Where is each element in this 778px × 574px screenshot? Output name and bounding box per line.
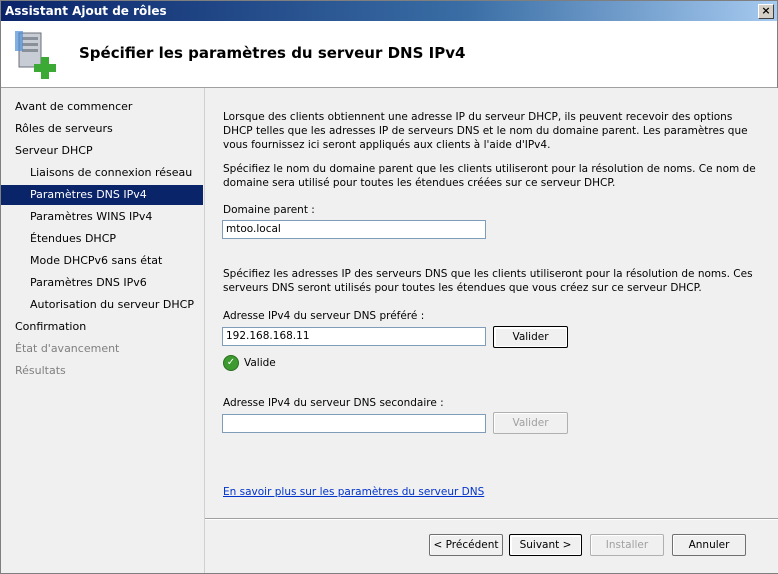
domain-label: Domaine parent :: [223, 204, 315, 216]
domain-description: Spécifiez le nom du domaine parent que l…: [223, 163, 756, 189]
learn-more-link[interactable]: En savoir plus sur les paramètres du ser…: [223, 486, 484, 498]
preferred-dns-field[interactable]: 192.168.168.11: [222, 327, 486, 346]
validate-button[interactable]: Valider: [493, 326, 568, 348]
title-bar: Assistant Ajout de rôles ×: [1, 1, 777, 21]
wizard-nav: Avant de commencer Rôles de serveurs Ser…: [1, 88, 203, 573]
dns-description: Spécifiez les adresses IP des serveurs D…: [223, 268, 753, 294]
wizard-header: Spécifier les paramètres du serveur DNS …: [1, 21, 777, 88]
nav-item-roles-de-serveurs[interactable]: Rôles de serveurs: [1, 119, 203, 139]
nav-item-etendues[interactable]: Étendues DHCP: [1, 229, 203, 249]
install-button: Installer: [590, 534, 664, 556]
nav-item-dns-ipv6[interactable]: Paramètres DNS IPv6: [1, 273, 203, 293]
wizard-window: Assistant Ajout de rôles × Spécifier les…: [0, 0, 778, 574]
nav-item-etat-avancement: État d'avancement: [15, 342, 120, 355]
nav-item-liaisons[interactable]: Liaisons de connexion réseau: [1, 163, 203, 183]
footer-separator: [205, 518, 778, 520]
cancel-button[interactable]: Annuler: [672, 534, 746, 556]
server-add-icon: [13, 29, 61, 81]
nav-item-autorisation[interactable]: Autorisation du serveur DHCP: [1, 295, 203, 315]
secondary-dns-field[interactable]: [222, 414, 486, 433]
window-title: Assistant Ajout de rôles: [5, 4, 167, 18]
close-button[interactable]: ×: [758, 4, 774, 19]
valid-text: Valide: [244, 357, 276, 369]
nav-item-wins-ipv4[interactable]: Paramètres WINS IPv4: [1, 207, 203, 227]
nav-item-serveur-dhcp[interactable]: Serveur DHCP: [1, 141, 203, 161]
wizard-content: Lorsque des clients obtiennent une adres…: [204, 88, 778, 573]
intro-text: Lorsque des clients obtiennent une adres…: [223, 111, 748, 151]
nav-item-dhcpv6[interactable]: Mode DHCPv6 sans état: [1, 251, 203, 271]
validation-status: ✓ Valide: [223, 355, 276, 371]
nav-item-dns-ipv4[interactable]: Paramètres DNS IPv4: [1, 185, 203, 205]
previous-button[interactable]: < Précédent: [429, 534, 503, 556]
next-button[interactable]: Suivant >: [509, 534, 582, 556]
validate-secondary-button: Valider: [493, 412, 568, 434]
nav-item-resultats: Résultats: [15, 364, 66, 377]
check-icon: ✓: [223, 355, 239, 371]
preferred-dns-label: Adresse IPv4 du serveur DNS préféré :: [223, 310, 425, 322]
nav-item-avant-de-commencer[interactable]: Avant de commencer: [1, 97, 203, 117]
page-title: Spécifier les paramètres du serveur DNS …: [79, 44, 466, 62]
domain-field[interactable]: mtoo.local: [222, 220, 486, 239]
nav-item-confirmation[interactable]: Confirmation: [1, 317, 203, 337]
secondary-dns-label: Adresse IPv4 du serveur DNS secondaire :: [223, 397, 444, 409]
